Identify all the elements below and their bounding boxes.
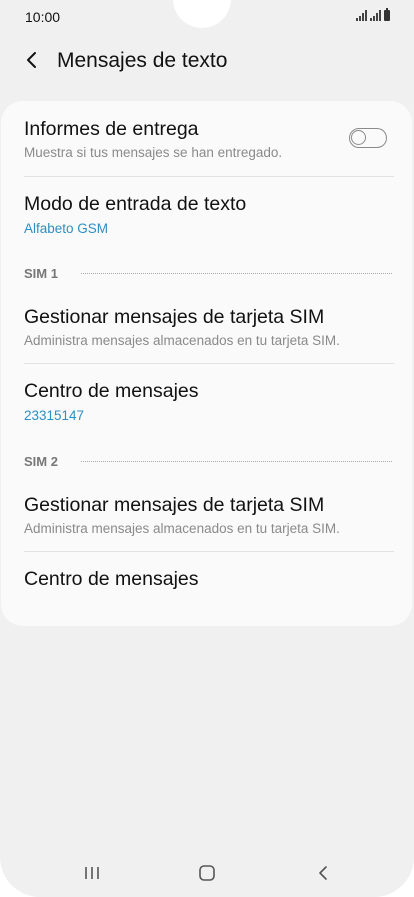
sim1-manage-row[interactable]: Gestionar mensajes de tarjeta SIM Admini… — [1, 287, 412, 363]
phone-screen: 10:00 Mensajes de texto Informes de entr… — [0, 0, 414, 897]
status-time: 10:00 — [25, 9, 61, 25]
home-icon — [199, 865, 215, 881]
back-button[interactable] — [18, 46, 46, 74]
battery-icon — [384, 8, 390, 21]
nav-back-button[interactable] — [303, 860, 343, 886]
signal-sim1-icon — [356, 10, 367, 21]
input-mode-value: Alfabeto GSM — [24, 221, 109, 236]
delivery-reports-title: Informes de entrega — [24, 118, 199, 140]
sim2-message-center-row[interactable]: Centro de mensajes — [1, 552, 412, 612]
sim1-message-center-value: 23315147 — [24, 408, 85, 423]
navigation-bar — [0, 852, 414, 892]
sim2-manage-row[interactable]: Gestionar mensajes de tarjeta SIM Admini… — [1, 475, 412, 551]
sim1-message-center-row[interactable]: Centro de mensajes 23315147 — [1, 364, 412, 439]
camera-notch — [173, 0, 231, 28]
status-icons — [356, 8, 390, 21]
sim2-manage-title: Gestionar mensajes de tarjeta SIM — [24, 494, 325, 516]
input-mode-title: Modo de entrada de texto — [24, 193, 247, 215]
settings-card: Informes de entrega Muestra si tus mensa… — [1, 101, 412, 626]
recent-apps-button[interactable] — [72, 860, 112, 886]
delivery-reports-subtitle: Muestra si tus mensajes se han entregado… — [24, 145, 283, 160]
signal-sim2-icon — [370, 10, 381, 21]
section-header-sim2: SIM 2 — [24, 454, 58, 469]
section-dotted-line — [81, 461, 392, 462]
sim1-manage-title: Gestionar mensajes de tarjeta SIM — [24, 306, 325, 328]
back-icon — [319, 866, 327, 880]
recent-apps-icon — [85, 867, 99, 879]
section-dotted-line — [81, 273, 392, 274]
page-title: Mensajes de texto — [57, 49, 228, 72]
app-header: Mensajes de texto — [0, 40, 414, 82]
chevron-left-icon — [27, 52, 36, 68]
section-header-sim1: SIM 1 — [24, 266, 58, 281]
status-bar: 10:00 — [0, 0, 414, 34]
home-button[interactable] — [187, 860, 227, 886]
sim2-manage-subtitle: Administra mensajes almacenados en tu ta… — [24, 521, 340, 536]
sim1-message-center-title: Centro de mensajes — [24, 380, 199, 402]
sim2-message-center-title: Centro de mensajes — [24, 568, 199, 590]
input-mode-row[interactable]: Modo de entrada de texto Alfabeto GSM — [1, 177, 412, 252]
sim1-manage-subtitle: Administra mensajes almacenados en tu ta… — [24, 333, 340, 348]
toggle-knob — [351, 130, 366, 145]
delivery-reports-toggle[interactable] — [349, 128, 387, 148]
